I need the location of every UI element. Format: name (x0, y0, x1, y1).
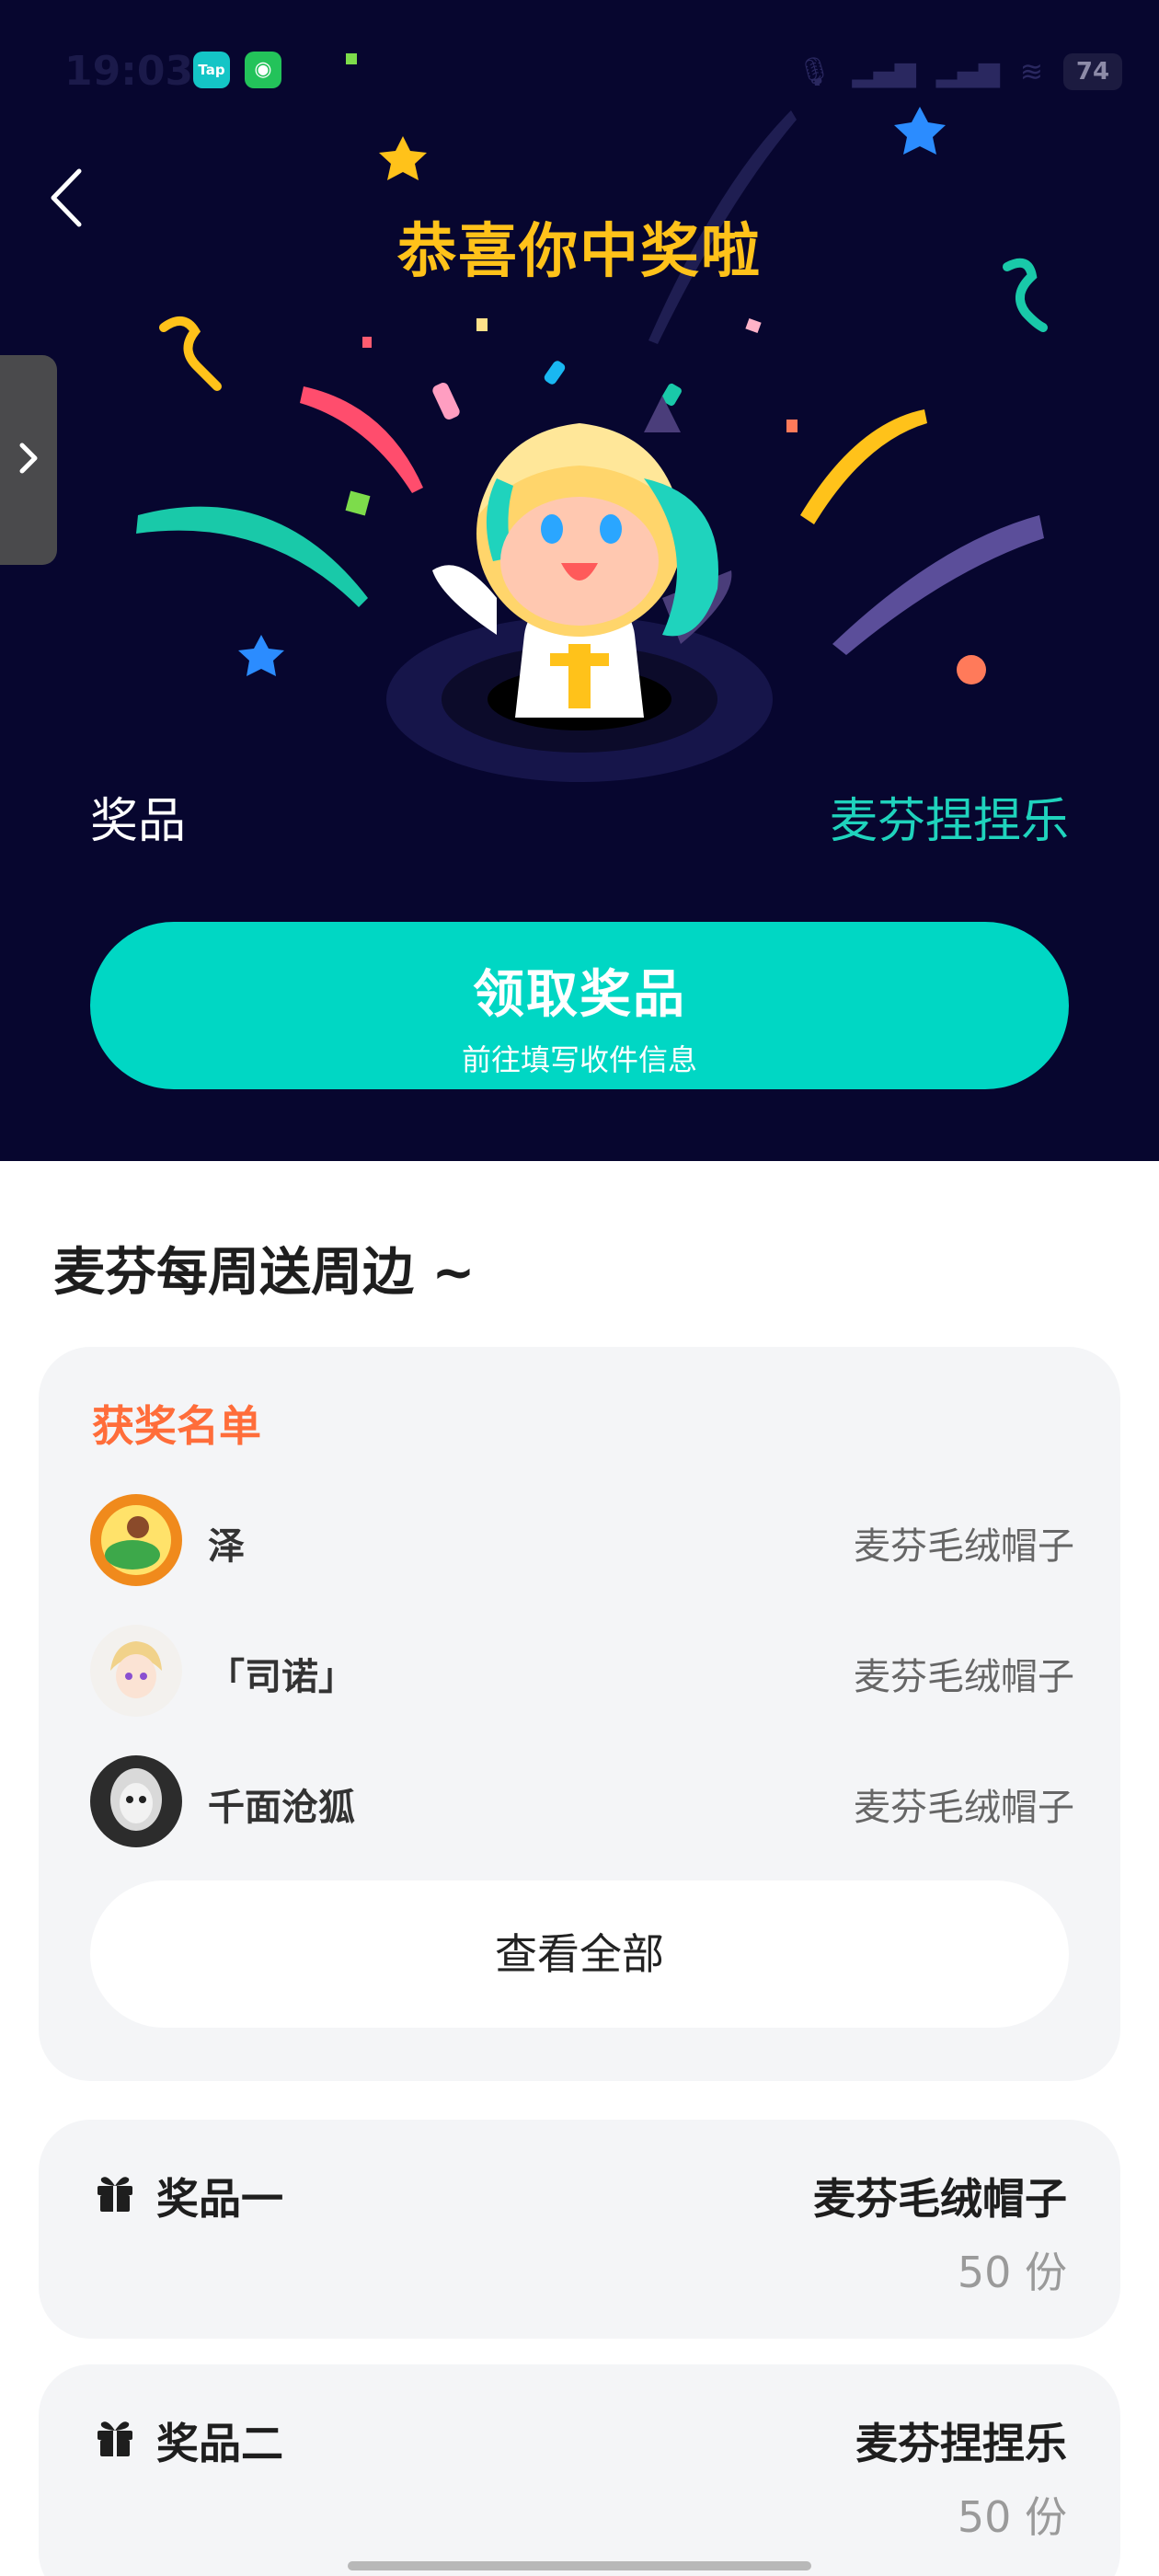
winner-name: 「司诺」 (208, 1656, 355, 1698)
hero-banner: 19:03 Tap ◉ 🎙 ▂▄▆ ▂▄▆ ≋ 74 恭喜你中奖啦 奖品 麦芬捏… (0, 0, 1159, 1161)
prize-item-name: 麦芬捏捏乐 (855, 2419, 1067, 2468)
prize-card: 奖品二 麦芬捏捏乐 50 份 (39, 2364, 1120, 2576)
cellular-signal-icon-2: ▂▄▆ (935, 55, 1000, 88)
avatar (90, 1494, 182, 1586)
winner-row: 泽 麦芬毛绒帽子 (90, 1494, 1074, 1586)
taptap-app-icon: Tap (193, 52, 230, 88)
status-time: 19:03 (64, 48, 194, 95)
avatar (90, 1755, 182, 1847)
claim-button-title: 领取奖品 (473, 965, 686, 1025)
avatar (90, 1625, 182, 1717)
prize-tier-title: 奖品一 (156, 2174, 283, 2224)
gift-icon (98, 2177, 132, 2212)
claim-button-subtitle: 前往填写收件信息 (461, 1042, 697, 1077)
claim-prize-button[interactable]: 领取奖品 前往填写收件信息 (90, 922, 1069, 1089)
status-bar: 19:03 Tap ◉ 🎙 ▂▄▆ ▂▄▆ ≋ 74 (0, 0, 1159, 147)
winner-name: 千面沧狐 (208, 1787, 355, 1829)
battery-icon: 74 (1063, 53, 1122, 90)
section-title: 麦芬每周送周边 ~ (53, 1243, 476, 1303)
prize-label: 奖品 (90, 794, 187, 849)
winners-list-card: 获奖名单 泽 麦芬毛绒帽子 「司诺」 麦芬毛绒帽子 千面沧狐 麦芬毛绒帽子 查看… (39, 1347, 1120, 2081)
microphone-icon: 🎙 (797, 55, 832, 88)
wifi-icon: ≋ (1019, 55, 1043, 88)
prize-quantity: 50 份 (957, 2492, 1067, 2542)
winner-prize: 麦芬毛绒帽子 (854, 1525, 1074, 1568)
prize-item-name: 麦芬毛绒帽子 (813, 2174, 1067, 2224)
winner-prize: 麦芬毛绒帽子 (854, 1656, 1074, 1698)
prize-quantity: 50 份 (957, 2248, 1067, 2297)
winner-prize: 麦芬毛绒帽子 (854, 1787, 1074, 1829)
winner-name: 泽 (208, 1525, 245, 1568)
won-prize-name: 麦芬捏捏乐 (829, 794, 1069, 849)
prize-tier-title: 奖品二 (156, 2419, 283, 2468)
status-indicators: 🎙 ▂▄▆ ▂▄▆ ≋ 74 (797, 46, 1122, 98)
wechat-app-icon: ◉ (245, 52, 281, 88)
cellular-signal-icon: ▂▄▆ (852, 55, 916, 88)
chevron-right-icon (19, 443, 38, 474)
winner-row: 「司诺」 麦芬毛绒帽子 (90, 1625, 1074, 1717)
prize-card: 奖品一 麦芬毛绒帽子 50 份 (39, 2120, 1120, 2339)
winner-row: 千面沧狐 麦芬毛绒帽子 (90, 1755, 1074, 1847)
winners-heading: 获奖名单 (92, 1401, 261, 1451)
home-indicator[interactable] (348, 2561, 811, 2570)
view-all-button[interactable]: 查看全部 (90, 1880, 1069, 2028)
side-drawer-handle[interactable] (0, 355, 57, 565)
congrats-title: 恭喜你中奖啦 (397, 218, 762, 286)
gift-icon (98, 2421, 132, 2456)
